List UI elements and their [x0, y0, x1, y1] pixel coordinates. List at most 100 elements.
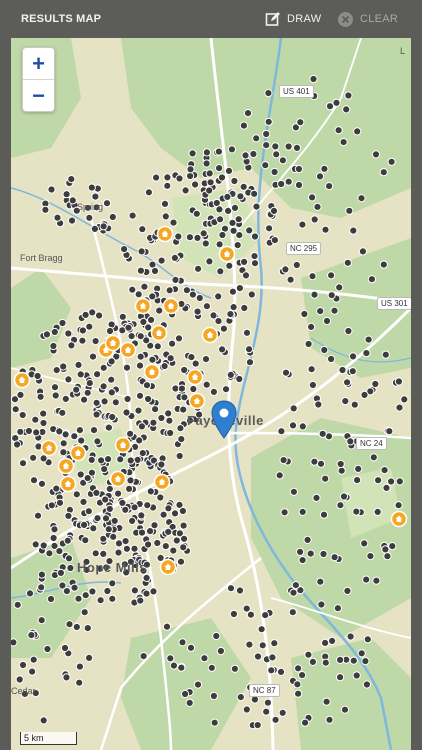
listing-marker-icon[interactable] — [33, 371, 42, 381]
listing-marker-icon[interactable] — [180, 365, 189, 375]
listing-marker-icon[interactable] — [62, 190, 71, 199]
listing-marker-icon[interactable] — [278, 708, 287, 717]
listing-marker-icon[interactable] — [87, 183, 96, 192]
listing-marker-icon[interactable] — [105, 326, 115, 336]
listing-marker-icon[interactable] — [207, 663, 216, 672]
listing-marker-icon[interactable] — [294, 180, 304, 190]
listing-marker-icon[interactable] — [336, 459, 345, 469]
listing-marker-icon[interactable] — [137, 422, 146, 431]
listing-marker-icon[interactable] — [186, 165, 195, 174]
listing-marker-icon[interactable] — [16, 427, 25, 436]
listing-marker-icon[interactable] — [78, 326, 88, 335]
home-marker-icon[interactable] — [69, 444, 87, 462]
listing-marker-icon[interactable] — [159, 510, 168, 519]
listing-marker-icon[interactable] — [298, 422, 307, 431]
listing-marker-icon[interactable] — [312, 493, 321, 502]
listing-marker-icon[interactable] — [385, 427, 394, 436]
home-marker-icon[interactable] — [40, 439, 58, 457]
listing-marker-icon[interactable] — [340, 705, 350, 714]
listing-marker-icon[interactable] — [123, 394, 132, 404]
listing-marker-icon[interactable] — [346, 437, 355, 446]
listing-marker-icon[interactable] — [45, 549, 54, 558]
listing-marker-icon[interactable] — [100, 465, 109, 474]
listing-marker-icon[interactable] — [243, 109, 253, 118]
listing-marker-icon[interactable] — [161, 542, 170, 551]
listing-marker-icon[interactable] — [322, 316, 332, 326]
listing-marker-icon[interactable] — [92, 410, 101, 419]
listing-marker-icon[interactable] — [338, 365, 347, 375]
listing-marker-icon[interactable] — [387, 157, 396, 166]
listing-marker-icon[interactable] — [83, 474, 92, 483]
listing-marker-icon[interactable] — [209, 387, 218, 396]
listing-marker-icon[interactable] — [15, 675, 24, 684]
listing-marker-icon[interactable] — [108, 412, 117, 422]
listing-marker-icon[interactable] — [253, 721, 262, 730]
listing-marker-icon[interactable] — [148, 292, 157, 301]
listing-marker-icon[interactable] — [81, 310, 90, 319]
listing-marker-icon[interactable] — [284, 177, 293, 186]
listing-marker-icon[interactable] — [308, 657, 317, 667]
listing-marker-icon[interactable] — [250, 189, 259, 198]
listing-marker-icon[interactable] — [130, 586, 140, 595]
listing-marker-icon[interactable] — [309, 74, 318, 84]
listing-marker-icon[interactable] — [186, 643, 196, 652]
listing-marker-icon[interactable] — [81, 591, 90, 600]
listing-marker-icon[interactable] — [245, 358, 255, 367]
listing-marker-icon[interactable] — [307, 365, 316, 374]
listing-marker-icon[interactable] — [74, 594, 83, 603]
listing-marker-icon[interactable] — [24, 426, 33, 436]
listing-marker-icon[interactable] — [395, 477, 404, 486]
listing-marker-icon[interactable] — [336, 655, 345, 665]
listing-marker-icon[interactable] — [271, 715, 280, 724]
listing-marker-icon[interactable] — [380, 466, 389, 475]
listing-marker-icon[interactable] — [382, 483, 391, 492]
listing-marker-icon[interactable] — [72, 622, 81, 632]
listing-marker-icon[interactable] — [270, 167, 279, 177]
listing-marker-icon[interactable] — [126, 476, 135, 485]
listing-marker-icon[interactable] — [284, 142, 293, 151]
listing-marker-icon[interactable] — [342, 105, 351, 114]
listing-marker-icon[interactable] — [18, 410, 27, 420]
home-marker-icon[interactable] — [150, 324, 168, 342]
listing-marker-icon[interactable] — [179, 521, 188, 530]
listing-marker-icon[interactable] — [230, 176, 239, 186]
listing-marker-icon[interactable] — [142, 573, 151, 583]
listing-marker-icon[interactable] — [62, 673, 71, 682]
listing-marker-icon[interactable] — [122, 363, 132, 372]
listing-marker-icon[interactable] — [79, 497, 88, 506]
listing-marker-icon[interactable] — [178, 506, 187, 516]
listing-marker-icon[interactable] — [41, 205, 50, 214]
listing-marker-icon[interactable] — [292, 143, 302, 153]
listing-marker-icon[interactable] — [74, 360, 83, 369]
listing-marker-icon[interactable] — [270, 639, 279, 648]
listing-marker-icon[interactable] — [310, 457, 319, 466]
listing-marker-icon[interactable] — [276, 667, 286, 677]
listing-marker-icon[interactable] — [325, 715, 334, 724]
listing-marker-icon[interactable] — [298, 671, 307, 680]
listing-marker-icon[interactable] — [379, 260, 388, 269]
home-marker-icon[interactable] — [134, 297, 152, 315]
listing-marker-icon[interactable] — [53, 213, 62, 222]
listing-marker-icon[interactable] — [358, 247, 367, 256]
listing-marker-icon[interactable] — [116, 455, 125, 464]
listing-marker-icon[interactable] — [250, 252, 259, 261]
home-marker-icon[interactable] — [390, 510, 408, 528]
listing-marker-icon[interactable] — [229, 303, 238, 312]
listing-marker-icon[interactable] — [319, 510, 329, 519]
listing-marker-icon[interactable] — [169, 661, 178, 670]
listing-marker-icon[interactable] — [160, 199, 170, 208]
listing-marker-icon[interactable] — [344, 91, 353, 100]
listing-marker-icon[interactable] — [242, 328, 252, 337]
listing-marker-icon[interactable] — [89, 524, 98, 533]
listing-marker-icon[interactable] — [58, 408, 67, 417]
listing-marker-icon[interactable] — [92, 398, 101, 407]
listing-marker-icon[interactable] — [70, 583, 79, 592]
listing-marker-icon[interactable] — [339, 492, 349, 501]
listing-marker-icon[interactable] — [126, 456, 135, 465]
listing-marker-icon[interactable] — [317, 600, 326, 609]
listing-marker-icon[interactable] — [58, 581, 67, 590]
listing-marker-icon[interactable] — [28, 667, 37, 676]
listing-marker-icon[interactable] — [262, 129, 271, 139]
listing-marker-icon[interactable] — [134, 406, 143, 415]
listing-marker-icon[interactable] — [327, 354, 336, 364]
